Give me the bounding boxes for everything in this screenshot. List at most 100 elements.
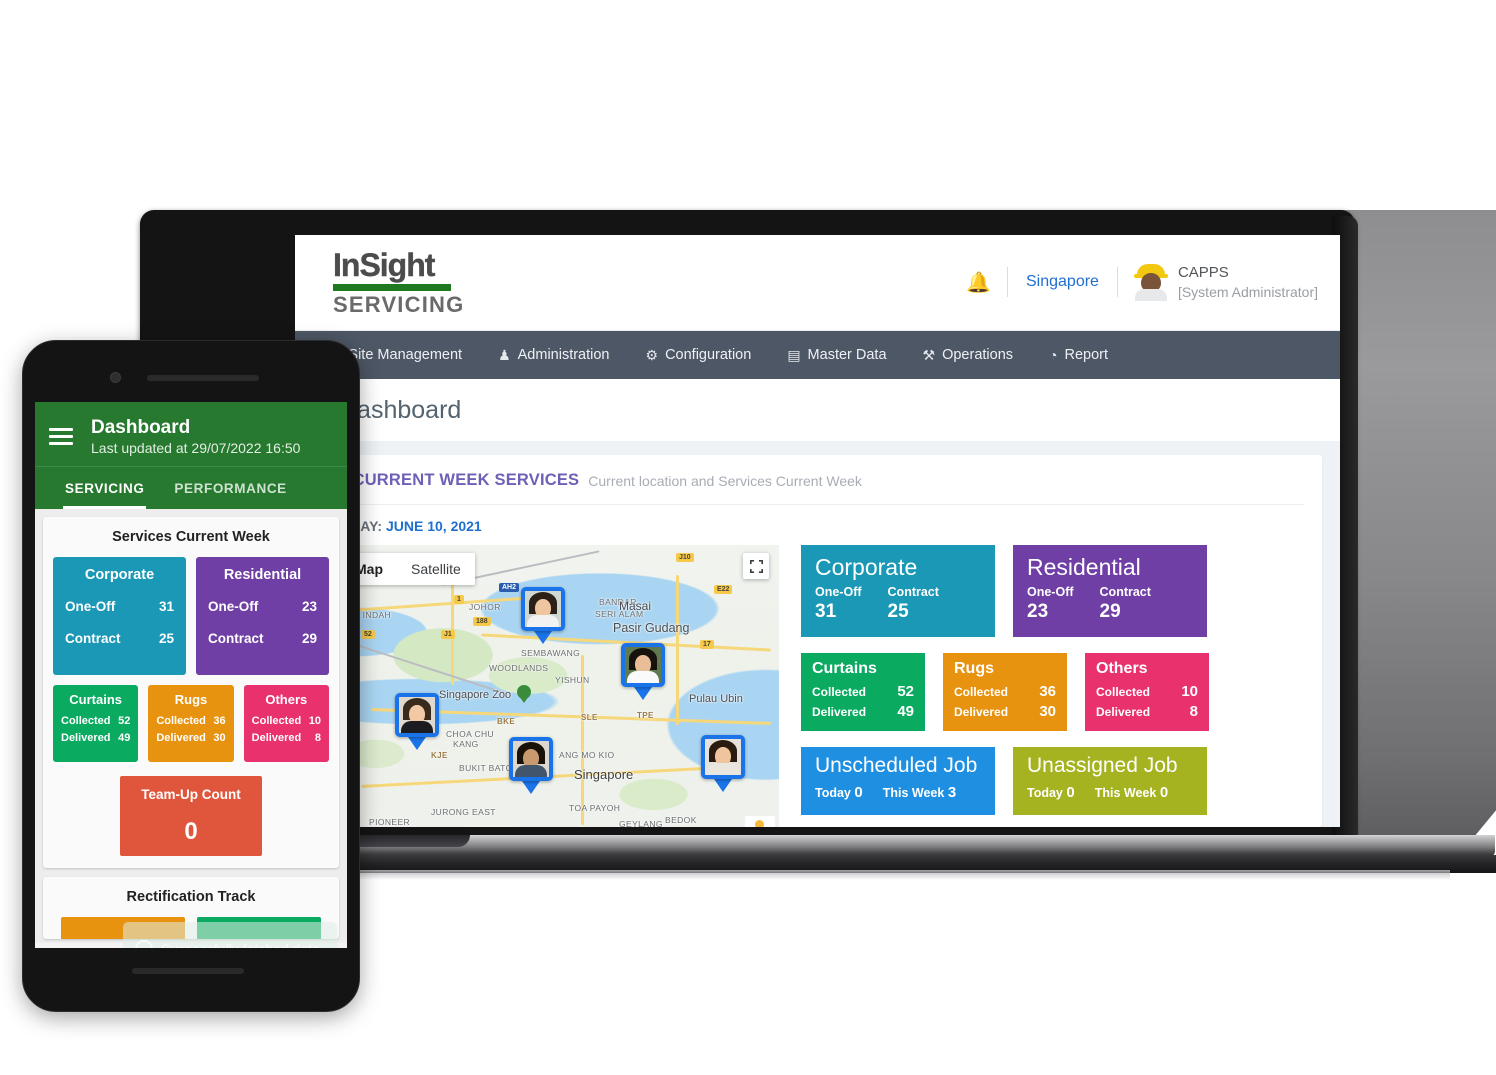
map-shield: 188: [473, 617, 491, 626]
card-unassigned-job[interactable]: Unassigned Job Today 0 This Week 0: [1013, 747, 1207, 815]
marker-tail: [522, 781, 540, 794]
card-rugs[interactable]: Rugs Collected 36 Delivered 30: [943, 653, 1067, 731]
gear-icon: ⚙: [645, 346, 659, 363]
employee-map-marker[interactable]: [395, 693, 439, 750]
tab-performance[interactable]: PERFORMANCE: [172, 467, 288, 509]
check-circle-icon: [135, 940, 153, 948]
map-road-label: KJE: [431, 751, 448, 760]
metric-value: 0: [854, 784, 863, 801]
metric-value: 25: [887, 601, 909, 622]
map-toggle-satellite[interactable]: Satellite: [397, 553, 475, 585]
map-road-label: TPE: [637, 711, 654, 720]
nav-item-administration[interactable]: ♟ Administration: [480, 331, 627, 379]
metric-value: 52: [897, 683, 914, 700]
metric-label: One-Off: [65, 598, 116, 614]
metric-collected: Collected 10: [252, 715, 321, 727]
app-logo[interactable]: InSight SERVICING: [333, 249, 464, 316]
phone-camera: [110, 372, 121, 383]
phone-screen: Dashboard Last updated at 29/07/2022 16:…: [35, 402, 347, 948]
map-type-toggle[interactable]: Map Satellite: [341, 553, 475, 585]
metric-value: 23: [301, 598, 317, 614]
map-place-label: TOA PAYOH: [569, 803, 621, 813]
metric-label: Delivered: [954, 705, 1009, 719]
user-role: [System Administrator]: [1177, 284, 1318, 301]
page-title-bar: Dashboard: [295, 379, 1340, 441]
today-date: JUNE 10, 2021: [385, 518, 482, 534]
metric-delivered: Delivered 30: [954, 703, 1056, 720]
card-curtains[interactable]: Curtains Collected 52 Delivered 49: [801, 653, 925, 731]
metric-label: Collected: [61, 714, 111, 727]
mobile-card-others[interactable]: Others Collected 10 Delivered 8: [243, 684, 329, 762]
metric-value: 30: [213, 731, 226, 744]
employee-map-marker[interactable]: [509, 737, 553, 794]
metric-today: Today 0: [1027, 784, 1075, 801]
metric-label: This Week: [882, 786, 945, 800]
card-title: Rugs: [174, 691, 208, 707]
mobile-header: Dashboard Last updated at 29/07/2022 16:…: [35, 402, 347, 509]
card-residential[interactable]: Residential One-Off 23 Contract 29: [1013, 545, 1207, 637]
hamburger-menu-icon[interactable]: [49, 424, 73, 449]
mobile-last-updated: Last updated at 29/07/2022 16:50: [91, 439, 301, 456]
mobile-card-corporate[interactable]: Corporate One-Off 31 Contract 25: [53, 556, 186, 675]
map-column: 5 AH2 J10 E22 17 188 J1 52 1 BANDAR SER: [331, 545, 779, 827]
metric-contract: Contract 25: [65, 631, 174, 646]
nav-item-operations[interactable]: ⚒ Operations: [905, 331, 1032, 379]
card-unscheduled-job[interactable]: Unscheduled Job Today 0 This Week 3: [801, 747, 995, 815]
employee-map-marker[interactable]: [621, 643, 665, 700]
nav-item-configuration[interactable]: ⚙ Configuration: [628, 331, 770, 379]
metric-one-off: One-Off 31: [815, 585, 862, 623]
phone-speaker-top: [147, 375, 259, 381]
nav-label: Configuration: [665, 347, 752, 363]
fullscreen-icon[interactable]: [743, 553, 769, 579]
card-corporate[interactable]: Corporate One-Off 31 Contract 25: [801, 545, 995, 637]
metric-label: Collected: [156, 714, 206, 727]
map-place-label: KANG: [453, 739, 479, 749]
toast-notification: Successfully fetched data: [123, 922, 337, 948]
employee-map-marker[interactable]: [521, 587, 565, 644]
metric-label: Contract: [208, 630, 264, 646]
bell-icon[interactable]: 🔔: [950, 270, 1007, 295]
tab-servicing[interactable]: SERVICING: [63, 467, 147, 509]
mobile-card-residential[interactable]: Residential One-Off 23 Contract 29: [196, 556, 329, 675]
metric-delivered: Delivered 30: [156, 732, 225, 744]
region-selector[interactable]: Singapore: [1008, 273, 1117, 291]
metric-delivered: Delivered 8: [252, 732, 321, 744]
mobile-card-curtains[interactable]: Curtains Collected 52 Delivered 49: [53, 684, 139, 762]
user-icon: ♟: [498, 346, 511, 363]
map-place-label: JURONG EAST: [431, 807, 496, 817]
mobile-card-rugs[interactable]: Rugs Collected 36 Delivered 30: [148, 684, 234, 762]
mobile-services-card: Services Current Week Corporate One-Off …: [43, 516, 339, 868]
metric-label: Collected: [251, 714, 302, 727]
mobile-card-team-up-count[interactable]: Team-Up Count 0: [120, 775, 262, 856]
database-icon: ▤: [787, 346, 801, 363]
nav-label: Master Data: [807, 347, 887, 363]
user-menu[interactable]: CAPPS [System Administrator]: [1118, 263, 1318, 302]
avatar: [1133, 264, 1168, 302]
pie-chart-icon: ◔: [1049, 347, 1058, 363]
current-week-services-panel: ❮ CURRENT WEEK SERVICES Current location…: [313, 455, 1322, 827]
marker-tail: [634, 687, 652, 700]
metric-contract: Contract 25: [888, 585, 939, 623]
nav-item-report[interactable]: ◔ Report: [1031, 331, 1126, 379]
logo-wordmark: InSight: [333, 247, 436, 283]
panel-header: ❮ CURRENT WEEK SERVICES Current location…: [331, 471, 1304, 505]
logo-subtext: SERVICING: [333, 292, 465, 317]
employee-map-marker[interactable]: [701, 735, 745, 792]
metric-value: 10: [1181, 683, 1198, 700]
metric-label: One-Off: [208, 598, 259, 614]
header-right-group: 🔔 Singapore CAPPS [System Administrator]: [950, 263, 1318, 302]
card-title: Unassigned Job: [1027, 754, 1178, 777]
dashboard-body: ❮ CURRENT WEEK SERVICES Current location…: [295, 441, 1340, 827]
stats-column: Corporate One-Off 31 Contract 25 Residen…: [801, 545, 1304, 827]
metric-today: Today 0: [815, 784, 863, 801]
nav-label: Administration: [517, 347, 610, 363]
mobile-tabs: SERVICING PERFORMANCE: [35, 465, 347, 509]
nav-item-master-data[interactable]: ▤ Master Data: [769, 331, 904, 379]
location-map[interactable]: 5 AH2 J10 E22 17 188 J1 52 1 BANDAR SER: [331, 545, 779, 827]
card-others[interactable]: Others Collected 10 Delivered 8: [1085, 653, 1209, 731]
laptop-screen: InSight SERVICING 🔔 Singapore CAPPS [Sys…: [295, 235, 1340, 827]
mobile-title-block: Dashboard Last updated at 29/07/2022 16:…: [91, 416, 300, 456]
map-road-label: BKE: [497, 717, 516, 726]
card-title: Residential: [1027, 554, 1141, 580]
metric-delivered: Delivered 8: [1096, 703, 1198, 720]
